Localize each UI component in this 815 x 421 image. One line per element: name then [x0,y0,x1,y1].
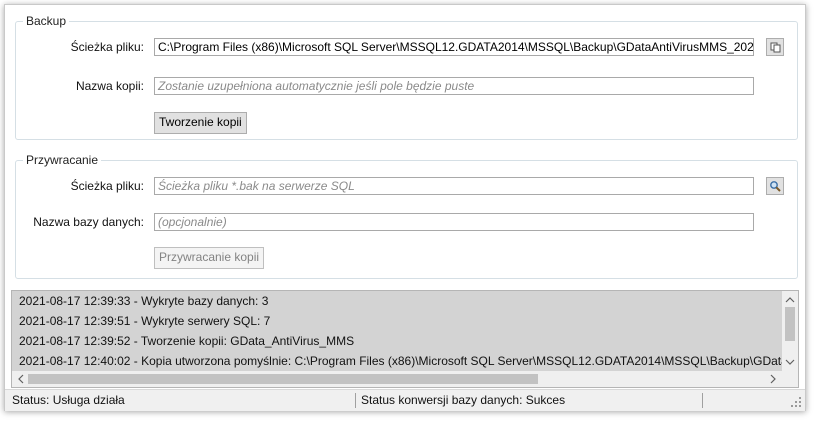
copy-name-label: Nazwa kopii: [75,79,144,93]
log-line: 2021-08-17 12:39:33 - Wykryte bazy danyc… [19,294,269,308]
conversion-status: Status konwersji bazy danych: Sukces [361,393,566,407]
chevron-down-icon [785,359,795,365]
service-status: Status: Usługa działa [12,393,125,407]
status-separator [702,393,703,408]
copy-path-button[interactable] [766,38,784,56]
chevron-right-icon [770,374,776,384]
create-backup-button[interactable]: Tworzenie kopii [154,112,247,134]
backup-group: Backup Ścieżka pliku: C:\Program Files (… [15,14,798,140]
restore-group: Przywracanie Ścieżka pliku: Ścieżka plik… [15,153,798,279]
scrollbar-corner [782,371,798,387]
restore-path-label: Ścieżka pliku: [70,179,144,193]
restore-backup-button[interactable]: Przywracanie kopii [154,247,265,269]
status-separator [355,393,356,408]
search-icon [770,181,781,192]
db-name-label: Nazwa bazy danych: [33,215,144,229]
db-name-input[interactable]: (opcjonalnie) [154,213,754,231]
browse-bak-button[interactable] [766,177,784,195]
backup-path-input[interactable]: C:\Program Files (x86)\Microsoft SQL Ser… [154,38,754,56]
log-list[interactable]: 2021-08-17 12:39:33 - Wykryte bazy danyc… [11,290,799,388]
log-line: 2021-08-17 12:40:02 - Kopia utworzona po… [19,354,799,368]
copy-name-input[interactable]: Zostanie uzupełniona automatycznie jeśli… [154,77,754,95]
backup-group-title: Backup [23,14,70,28]
database-tool-window: Backup Ścieżka pliku: C:\Program Files (… [4,4,806,411]
log-scroll-thumb[interactable] [785,307,795,341]
log-horizontal-scrollbar[interactable] [12,371,782,387]
log-hscroll-thumb[interactable] [28,374,538,384]
backup-path-label: Ścieżka pliku: [70,40,144,54]
copy-icon [770,42,780,52]
log-line: 2021-08-17 12:39:52 - Tworzenie kopii: G… [19,334,355,348]
log-vertical-scrollbar[interactable] [782,291,798,371]
restore-path-input[interactable]: Ścieżka pliku *.bak na serwerze SQL [154,177,754,195]
chevron-left-icon [18,374,24,384]
log-line: 2021-08-17 12:39:51 - Wykryte serwery SQ… [19,314,271,328]
chevron-up-icon [785,297,795,303]
resize-grip-icon[interactable] [790,396,802,408]
status-bar: Status: Usługa działa Status konwersji b… [5,389,805,411]
restore-group-title: Przywracanie [23,153,102,167]
